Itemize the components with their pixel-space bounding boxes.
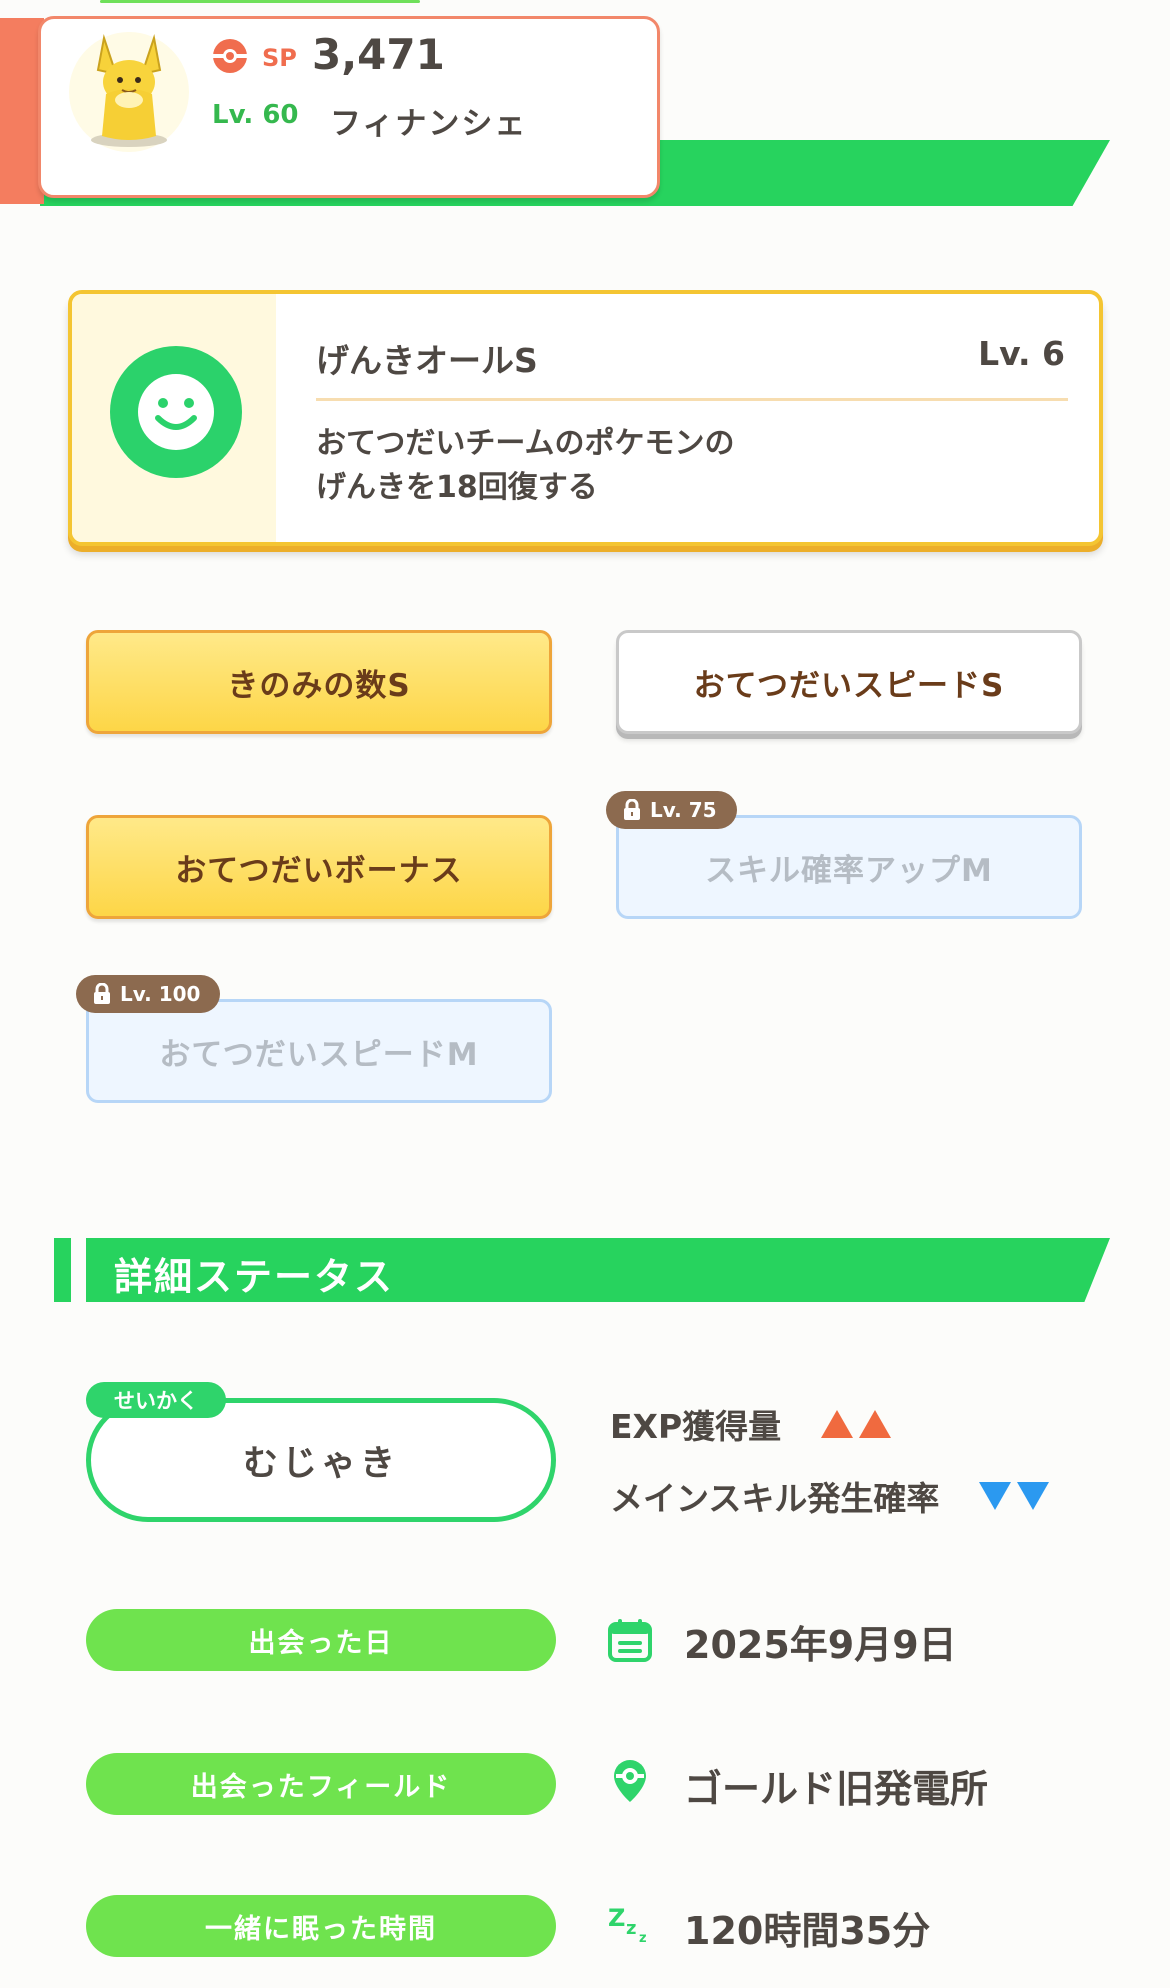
subskill-button-5-locked[interactable]: おてつだいスピードM <box>86 999 552 1103</box>
main-skill-card[interactable]: げんきオールS Lv. 6 おてつだいチームのポケモンの げんきを18回復する <box>68 290 1103 546</box>
sp-value: 3,471 <box>312 30 445 79</box>
svg-text:z: z <box>639 1931 647 1946</box>
subskill-button-3[interactable]: おてつだいボーナス <box>86 815 552 919</box>
section-header-accent <box>54 1238 71 1302</box>
svg-text:Z: Z <box>608 1904 625 1932</box>
smile-face-icon <box>110 346 242 478</box>
met-field-label: 出会ったフィールド <box>86 1753 556 1815</box>
sp-label: SP <box>262 44 297 72</box>
lock-icon <box>624 799 640 820</box>
nature-tag: せいかく <box>86 1382 226 1418</box>
subskill-label: おてつだいボーナス <box>175 852 463 889</box>
top-divider-stub <box>100 0 420 3</box>
unlock-level-badge: Lv. 100 <box>76 975 221 1013</box>
subskill-label: おてつだいスピードS <box>693 667 1005 704</box>
met-field-value: ゴールド旧発電所 <box>684 1767 989 1811</box>
sp-icon <box>213 39 247 73</box>
pokemon-name: フィナンシェ <box>330 106 528 142</box>
lock-icon <box>94 983 110 1004</box>
met-date-label: 出会った日 <box>86 1609 556 1671</box>
unlock-level-text: Lv. 75 <box>650 798 717 822</box>
nature-down-stat-label: メインスキル発生確率 <box>610 1479 940 1518</box>
subskill-button-1[interactable]: きのみの数S <box>86 630 552 734</box>
subskill-label: スキル確率アップM <box>705 852 993 889</box>
main-skill-description: おてつだいチームのポケモンの げんきを18回復する <box>316 422 735 510</box>
unlock-level-badge: Lv. 75 <box>606 791 737 829</box>
main-skill-name: げんきオールS <box>316 341 538 380</box>
nature-value: むじゃき <box>242 1443 399 1484</box>
main-skill-icon-panel <box>72 294 276 542</box>
nature-up-stat-label: EXP獲得量 <box>610 1407 782 1446</box>
section-title: 詳細ステータス <box>114 1255 395 1299</box>
svg-text:z: z <box>626 1918 636 1939</box>
pokemon-avatar <box>69 32 189 152</box>
subskill-label: おてつだいスピードM <box>159 1036 479 1073</box>
subskill-button-4-locked[interactable]: スキル確率アップM <box>616 815 1082 919</box>
stat-down-arrows-icon <box>979 1482 1050 1510</box>
main-skill-description-line1: おてつだいチームのポケモンの <box>316 426 735 461</box>
main-skill-level: Lv. 6 <box>978 334 1065 373</box>
zzz-icon: Z z z <box>608 1904 647 1946</box>
stat-up-arrows-icon <box>821 1410 892 1438</box>
map-pin-icon <box>614 1760 646 1802</box>
sleep-time-label: 一緒に眠った時間 <box>86 1895 556 1957</box>
sleep-time-value: 120時間35分 <box>684 1909 931 1953</box>
main-skill-divider <box>316 398 1068 401</box>
pokemon-level: Lv. 60 <box>212 100 299 130</box>
subskill-button-2[interactable]: おてつだいスピードS <box>616 630 1082 734</box>
nature-up-stat: EXP獲得量 <box>610 1400 892 1448</box>
subskill-label: きのみの数S <box>227 667 411 704</box>
main-skill-description-line2: げんきを18回復する <box>316 470 598 505</box>
unlock-level-text: Lv. 100 <box>120 982 201 1006</box>
nature-down-stat: メインスキル発生確率 <box>610 1472 1050 1520</box>
calendar-icon <box>608 1619 652 1662</box>
met-date-value: 2025年9月9日 <box>684 1623 957 1667</box>
